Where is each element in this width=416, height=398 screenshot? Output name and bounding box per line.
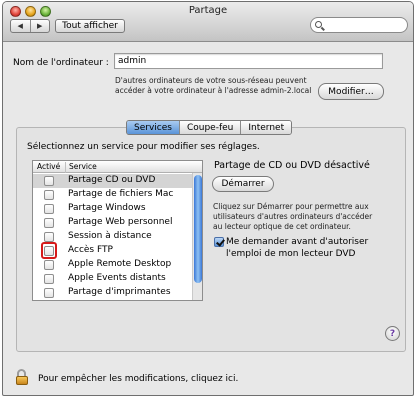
back-button[interactable]: ◀ xyxy=(11,20,30,32)
close-window-button[interactable] xyxy=(10,6,21,17)
tab-firewall[interactable]: Coupe-feu xyxy=(178,121,241,134)
start-help-text: Cliquez sur Démarrer pour permettre aux … xyxy=(213,202,372,232)
sharing-tabs: Services Coupe-feu Internet xyxy=(126,120,293,135)
service-row-mac-files[interactable]: Partage de fichiers Mac xyxy=(33,188,193,202)
highlight-marker xyxy=(41,242,57,259)
zoom-window-button[interactable] xyxy=(40,6,51,17)
service-name: Partage Web personnel xyxy=(68,217,173,227)
service-name: Partage de fichiers Mac xyxy=(68,189,174,199)
service-name: Session à distance xyxy=(68,231,152,241)
service-row-remote-events[interactable]: Apple Events distants xyxy=(33,272,193,286)
service-row-printers[interactable]: Partage d'imprimantes xyxy=(33,286,193,300)
ask-before-dvd-checkbox[interactable] xyxy=(214,237,224,247)
service-name: Accès FTP xyxy=(68,245,113,255)
forward-button[interactable]: ▶ xyxy=(29,20,50,32)
search-field[interactable] xyxy=(310,17,408,33)
tab-internet[interactable]: Internet xyxy=(240,121,292,134)
back-arrow-icon: ◀ xyxy=(17,22,23,30)
window-title: Partage xyxy=(188,5,228,16)
scrollbar-thumb[interactable] xyxy=(194,175,202,283)
network-address-line-1: D'autres ordinateurs de votre sous-résea… xyxy=(115,76,307,85)
service-enable-checkbox[interactable] xyxy=(44,274,54,284)
service-row-windows[interactable]: Partage Windows xyxy=(33,202,193,216)
service-row-remote-login[interactable]: Session à distance xyxy=(33,230,193,244)
minimize-window-button[interactable] xyxy=(25,6,36,17)
ask-line-2: l'emploi de mon lecteur DVD xyxy=(226,249,356,259)
service-enable-checkbox[interactable] xyxy=(44,232,54,242)
title-bar: Partage ◀ ▶ Tout afficher xyxy=(3,2,413,42)
services-instruction: Sélectionnez un service pour modifier se… xyxy=(27,142,260,152)
service-row-ftp[interactable]: Accès FTP xyxy=(33,242,193,259)
services-scrollbar[interactable] xyxy=(192,173,202,300)
service-row-remote-desktop[interactable]: Apple Remote Desktop xyxy=(33,258,193,272)
show-all-button[interactable]: Tout afficher xyxy=(55,19,125,33)
service-name: Apple Events distants xyxy=(68,273,166,283)
help-icon: ? xyxy=(389,328,396,339)
start-button[interactable]: Démarrer xyxy=(212,176,274,192)
search-icon xyxy=(315,21,322,28)
service-enable-checkbox[interactable] xyxy=(44,176,54,186)
forward-arrow-icon: ▶ xyxy=(37,22,43,30)
service-status: Partage de CD ou DVD désactivé xyxy=(214,160,370,171)
start-help-line-3: au lecteur optique de cet ordinateur. xyxy=(213,222,351,231)
service-name: Apple Remote Desktop xyxy=(68,259,172,269)
system-preferences-window: Partage ◀ ▶ Tout afficher Nom de l'ordin… xyxy=(2,1,414,396)
services-list[interactable]: Activé Service Partage CD ou DVD Partage… xyxy=(32,160,203,301)
help-button[interactable]: ? xyxy=(385,326,400,341)
network-address-line-2: accéder à votre ordinateur à l'adresse a… xyxy=(115,86,312,95)
service-name: Partage Windows xyxy=(68,203,146,213)
back-forward-control: ◀ ▶ xyxy=(10,19,50,33)
service-enable-checkbox[interactable] xyxy=(44,218,54,228)
service-enable-checkbox[interactable] xyxy=(44,260,54,270)
service-enable-checkbox[interactable] xyxy=(44,288,54,298)
column-service-header[interactable]: Service xyxy=(65,162,97,173)
service-name: Partage CD ou DVD xyxy=(68,175,156,185)
lock-icon[interactable] xyxy=(16,369,30,386)
computer-name-field[interactable]: admin xyxy=(114,53,383,69)
network-address-note: D'autres ordinateurs de votre sous-résea… xyxy=(115,76,311,96)
service-enable-checkbox[interactable] xyxy=(44,190,54,200)
services-list-header: Activé Service xyxy=(33,161,202,173)
service-row-cd-dvd[interactable]: Partage CD ou DVD xyxy=(33,174,193,188)
start-help-line-2: utilisateurs d'autres ordinateurs d'accé… xyxy=(213,212,373,221)
ask-before-dvd-label[interactable]: Me demander avant d'autoriser l'emploi d… xyxy=(226,236,368,260)
service-row-personal-web[interactable]: Partage Web personnel xyxy=(33,216,193,230)
column-enabled-header[interactable]: Activé xyxy=(37,162,60,171)
service-enable-checkbox[interactable] xyxy=(44,204,54,214)
service-name: Partage d'imprimantes xyxy=(68,287,171,297)
edit-name-button[interactable]: Modifier… xyxy=(318,83,384,100)
tab-services[interactable]: Services xyxy=(127,121,179,134)
start-help-line-1: Cliquez sur Démarrer pour permettre aux xyxy=(213,202,369,211)
computer-name-label: Nom de l'ordinateur : xyxy=(13,58,109,68)
lock-instruction: Pour empêcher les modifications, cliquez… xyxy=(38,374,239,384)
ask-line-1: Me demander avant d'autoriser xyxy=(226,237,369,247)
